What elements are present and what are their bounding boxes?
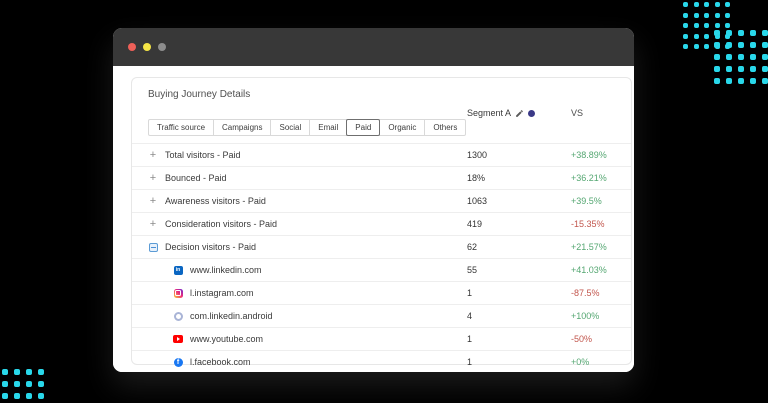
segment-header: Segment A xyxy=(467,108,535,118)
row-label: Bounced - Paid xyxy=(165,173,227,183)
journey-table: + Total visitors - Paid 1300 +38.89% + Bounce… xyxy=(132,143,631,372)
tab-email[interactable]: Email xyxy=(309,119,347,136)
vs-change-value: +21.57% xyxy=(571,242,607,252)
buying-journey-card: Buying Journey Details Segment A VS Traf… xyxy=(131,77,632,365)
row-label: Consideration visitors - Paid xyxy=(165,219,277,229)
row-label: l.instagram.com xyxy=(190,288,254,298)
segment-a-value: 55 xyxy=(467,265,477,275)
segment-a-value: 62 xyxy=(467,242,477,252)
linkedin-android-icon xyxy=(173,311,183,321)
expand-icon[interactable]: + xyxy=(148,196,158,206)
segment-label: Segment A xyxy=(467,108,511,118)
row-label: www.linkedin.com xyxy=(190,265,262,275)
minimize-button[interactable] xyxy=(143,43,151,51)
close-button[interactable] xyxy=(128,43,136,51)
vs-change-value: +0% xyxy=(571,357,589,367)
table-row[interactable]: + Consideration visitors - Paid 419 -15.35% xyxy=(132,212,631,235)
tab-others[interactable]: Others xyxy=(424,119,466,136)
vs-change-value: +38.89% xyxy=(571,150,607,160)
segment-a-value: 4 xyxy=(467,311,472,321)
segment-a-value: 1 xyxy=(467,334,472,344)
row-label: com.linkedin.android xyxy=(190,311,273,321)
table-row[interactable]: l.instagram.com 1 -87.5% xyxy=(132,281,631,304)
table-row[interactable]: com.linkedin.android 4 +100% xyxy=(132,304,631,327)
segment-a-value: 1 xyxy=(467,357,472,367)
row-label: www.youtube.com xyxy=(190,334,263,344)
segment-a-value: 419 xyxy=(467,219,482,229)
facebook-icon: f xyxy=(173,357,183,367)
expand-icon[interactable]: + xyxy=(148,150,158,160)
vs-change-value: +36.21% xyxy=(571,173,607,183)
row-label: Decision visitors - Paid xyxy=(165,242,256,252)
segment-a-value: 1 xyxy=(467,288,472,298)
table-row[interactable]: www.youtube.com 1 -50% xyxy=(132,327,631,350)
vs-change-value: -15.35% xyxy=(571,219,605,229)
table-row[interactable]: in www.linkedin.com 55 +41.03% xyxy=(132,258,631,281)
table-row[interactable]: + Bounced - Paid 18% +36.21% xyxy=(132,166,631,189)
row-label: Awareness visitors - Paid xyxy=(165,196,266,206)
window-titlebar xyxy=(113,28,634,66)
window-content: Buying Journey Details Segment A VS Traf… xyxy=(113,66,634,372)
tab-organic[interactable]: Organic xyxy=(379,119,425,136)
table-row[interactable]: + Awareness visitors - Paid 1063 +39.5% xyxy=(132,189,631,212)
vs-change-value: +39.5% xyxy=(571,196,602,206)
decor-dots-bottom-left xyxy=(2,369,44,399)
segment-a-value: 1300 xyxy=(467,150,487,160)
row-label: Total visitors - Paid xyxy=(165,150,241,160)
vs-change-value: +41.03% xyxy=(571,265,607,275)
vs-column-header: VS xyxy=(571,108,583,118)
decor-dots-top-right-b xyxy=(714,30,768,84)
segment-a-value: 1063 xyxy=(467,196,487,206)
vs-change-value: -50% xyxy=(571,334,592,344)
instagram-icon xyxy=(173,288,183,298)
segment-a-value: 18% xyxy=(467,173,485,183)
collapse-icon[interactable] xyxy=(148,242,158,252)
table-row[interactable]: f l.facebook.com 1 +0% xyxy=(132,350,631,372)
page-background: { "window": { "traffic_lights": [ {"name… xyxy=(0,0,768,403)
segment-color-dot xyxy=(528,110,535,117)
youtube-icon xyxy=(173,334,183,344)
edit-segment-icon[interactable] xyxy=(515,109,524,118)
vs-change-value: -87.5% xyxy=(571,288,600,298)
zoom-button[interactable] xyxy=(158,43,166,51)
browser-window: Buying Journey Details Segment A VS Traf… xyxy=(113,28,634,372)
tab-traffic-source[interactable]: Traffic source xyxy=(148,119,214,136)
linkedin-icon: in xyxy=(173,265,183,275)
table-row[interactable]: Decision visitors - Paid 62 +21.57% xyxy=(132,235,631,258)
traffic-source-tabs: Traffic sourceCampaignsSocialEmailPaidOr… xyxy=(148,119,466,136)
table-row[interactable]: + Total visitors - Paid 1300 +38.89% xyxy=(132,143,631,166)
tab-social[interactable]: Social xyxy=(270,119,310,136)
expand-icon[interactable]: + xyxy=(148,219,158,229)
vs-change-value: +100% xyxy=(571,311,599,321)
expand-icon[interactable]: + xyxy=(148,173,158,183)
tab-paid[interactable]: Paid xyxy=(346,119,380,136)
page-title: Buying Journey Details xyxy=(148,89,250,100)
row-label: l.facebook.com xyxy=(190,357,251,367)
tab-campaigns[interactable]: Campaigns xyxy=(213,119,271,136)
